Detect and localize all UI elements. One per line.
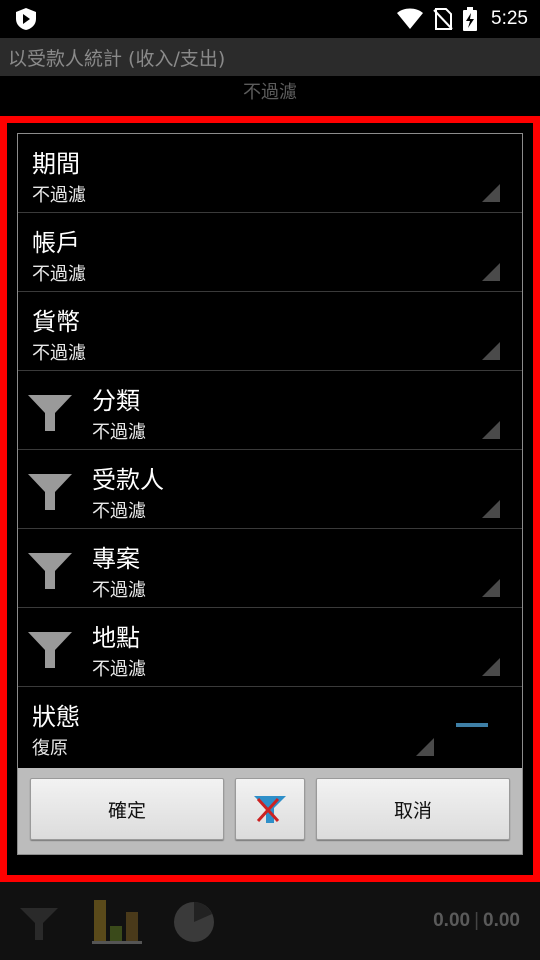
totals: 0.00 | 0.00 <box>433 910 520 932</box>
dropdown-corner-icon <box>482 421 500 439</box>
dropdown-corner-icon <box>482 658 500 676</box>
row-value: 不過濾 <box>92 422 146 443</box>
row-label: 地點 <box>92 624 140 652</box>
no-sim-icon <box>433 8 453 30</box>
page-title: 以受款人統計 (收入/支出) <box>8 48 226 70</box>
row-value: 不過濾 <box>92 580 146 601</box>
pie-chart-icon[interactable] <box>172 900 216 944</box>
clear-filter-icon <box>254 796 286 823</box>
bottom-toolbar: 0.00 | 0.00 <box>0 882 540 960</box>
app-shield-icon <box>16 8 36 30</box>
status-indicator <box>456 723 488 727</box>
row-label: 專案 <box>92 545 140 573</box>
totals-separator: | <box>474 910 480 931</box>
filter-funnel-icon[interactable] <box>28 393 72 433</box>
filter-row-status[interactable]: 狀態 復原 <box>18 687 522 766</box>
row-value: 不過濾 <box>92 501 146 522</box>
filter-funnel-icon[interactable] <box>28 472 72 512</box>
row-label: 期間 <box>32 150 80 178</box>
clock: 5:25 <box>491 8 528 29</box>
cancel-button[interactable]: 取消 <box>316 778 510 840</box>
battery-charging-icon <box>463 7 478 31</box>
ok-button[interactable]: 確定 <box>30 778 224 840</box>
dialog-button-bar: 確定 取消 <box>18 768 522 854</box>
row-label: 分類 <box>92 387 140 415</box>
dropdown-corner-icon <box>482 579 500 597</box>
row-label: 狀態 <box>32 703 80 731</box>
income-total: 0.00 <box>433 910 471 931</box>
row-label: 貨幣 <box>32 308 80 336</box>
bar-chart-icon[interactable] <box>90 898 144 944</box>
filter-row-period[interactable]: 期間 不過濾 <box>18 134 522 213</box>
filter-icon[interactable] <box>20 906 58 940</box>
row-value: 不過濾 <box>92 659 146 680</box>
filter-summary: 不過濾 <box>243 82 297 103</box>
clear-filter-button[interactable] <box>235 778 305 840</box>
row-value: 不過濾 <box>32 264 86 285</box>
wifi-icon <box>397 8 424 29</box>
filter-row-account[interactable]: 帳戶 不過濾 <box>18 213 522 292</box>
dropdown-corner-icon <box>482 184 500 202</box>
row-label: 帳戶 <box>32 229 80 257</box>
row-value: 不過濾 <box>32 185 86 206</box>
title-bar: 以受款人統計 (收入/支出) <box>0 38 540 76</box>
status-bar: 5:25 <box>0 0 540 38</box>
dropdown-corner-icon <box>482 263 500 281</box>
filter-row-project[interactable]: 專案 不過濾 <box>18 529 522 608</box>
filter-row-currency[interactable]: 貨幣 不過濾 <box>18 292 522 371</box>
dropdown-corner-icon <box>416 738 434 756</box>
row-value: 不過濾 <box>32 343 86 364</box>
dropdown-corner-icon <box>482 500 500 518</box>
dropdown-corner-icon <box>482 342 500 360</box>
filter-funnel-icon[interactable] <box>28 630 72 670</box>
filter-row-location[interactable]: 地點 不過濾 <box>18 608 522 687</box>
row-value: 復原 <box>32 738 68 759</box>
row-label: 受款人 <box>92 466 164 494</box>
filter-row-category[interactable]: 分類 不過濾 <box>18 371 522 450</box>
expense-total: 0.00 <box>483 910 520 931</box>
filter-funnel-icon[interactable] <box>28 551 72 591</box>
filter-row-payee[interactable]: 受款人 不過濾 <box>18 450 522 529</box>
filter-dialog: 期間 不過濾 帳戶 不過濾 貨幣 不過濾 分類 不過濾 受款人 不過濾 專案 不… <box>17 133 523 855</box>
